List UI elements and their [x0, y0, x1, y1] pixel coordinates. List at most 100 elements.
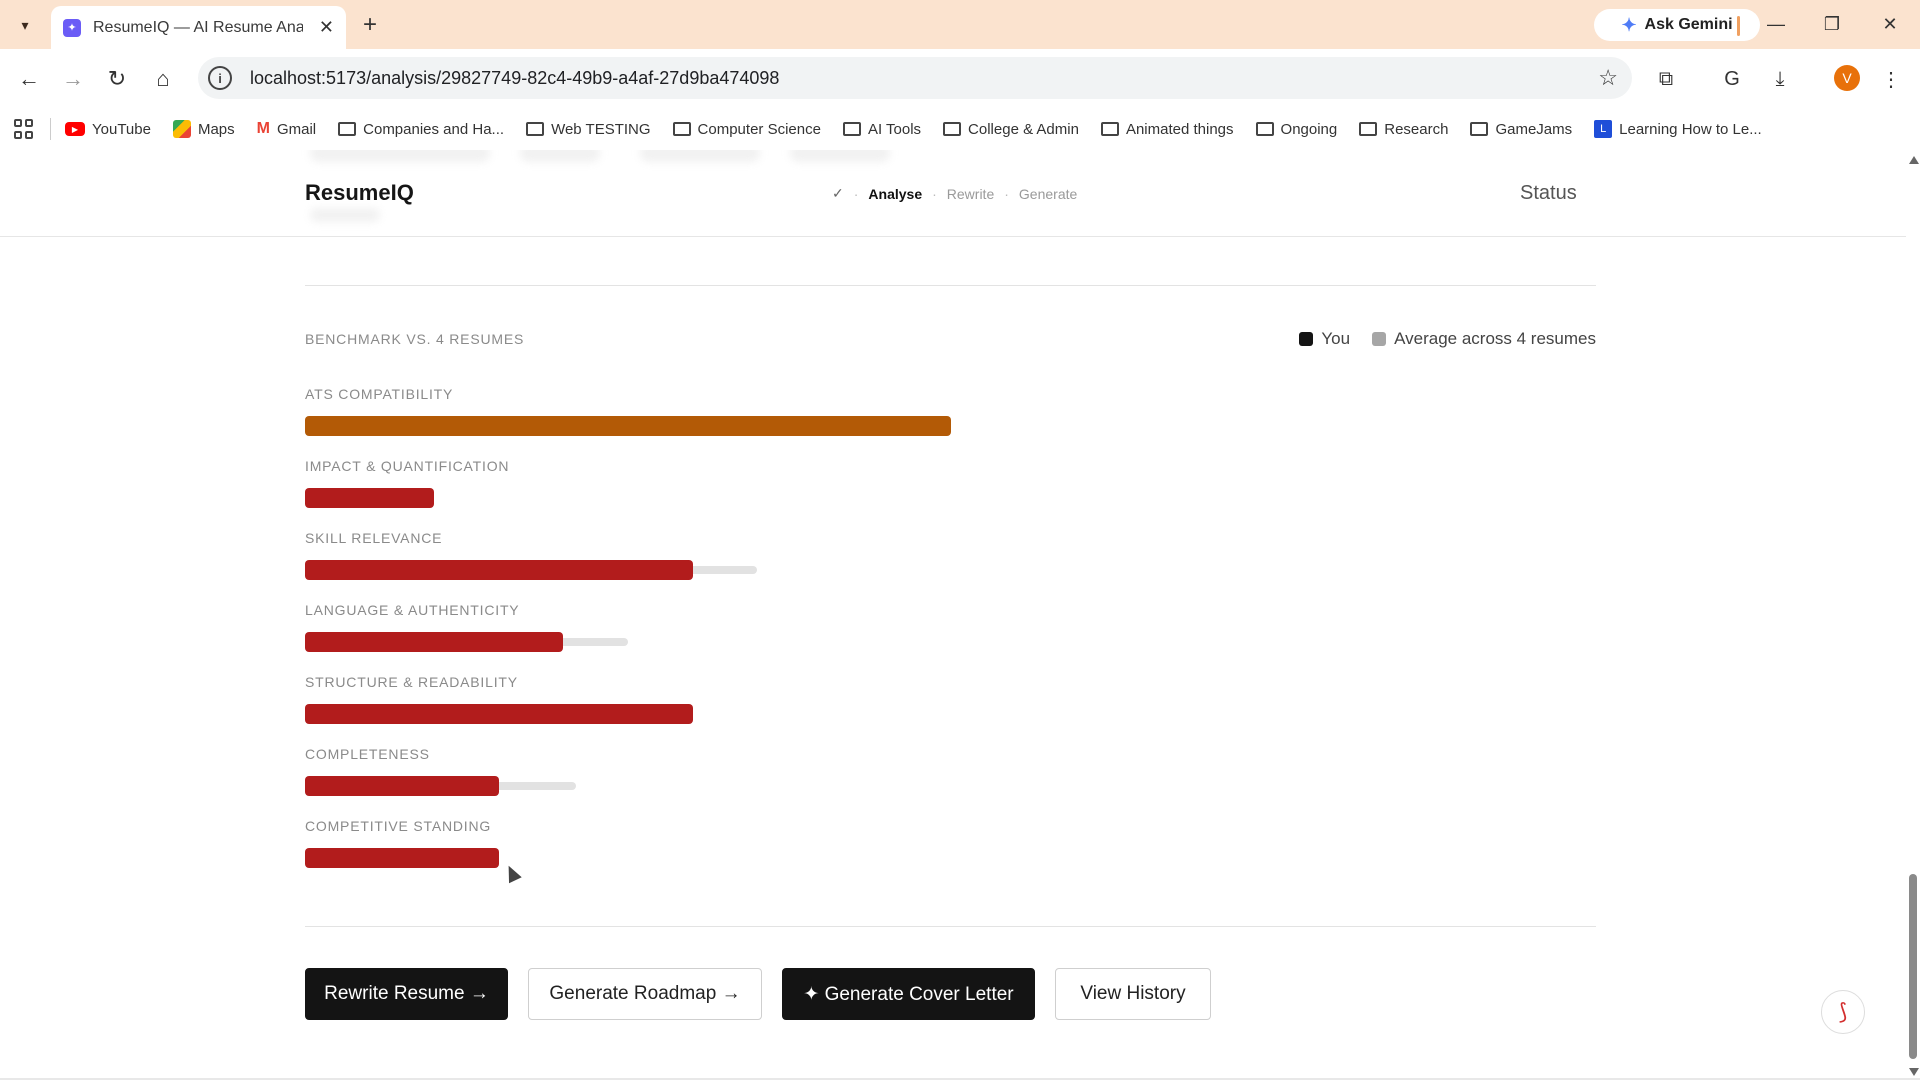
step-separator-dot: · [853, 185, 859, 202]
bookmark-label: Ongoing [1280, 120, 1338, 138]
benchmark-metric: COMPLETENESS [305, 746, 1005, 798]
view-history-button[interactable]: View History [1055, 968, 1211, 1020]
bookmark-item[interactable]: Web TESTING [526, 121, 651, 138]
metric-label: LANGUAGE & AUTHENTICITY [305, 602, 520, 618]
metric-label: COMPLETENESS [305, 746, 430, 762]
bookmark-label: Computer Science [697, 120, 821, 138]
tab-close-icon[interactable]: ✕ [319, 17, 334, 38]
folder-icon [1255, 122, 1274, 136]
bookmarks-bar: ▶ YouTube Maps M Gmail Companies and Ha... Web… [0, 108, 1920, 150]
extensions-icon[interactable]: ⧉ [1648, 61, 1684, 97]
metric-label: IMPACT & QUANTIFICATION [305, 458, 510, 474]
metric-you-bar [305, 560, 693, 580]
bookmark-label: Animated things [1125, 120, 1234, 138]
downloads-icon[interactable]: ⤓ [1762, 61, 1798, 97]
browser-menu-icon[interactable]: ⋮ [1873, 61, 1909, 97]
page-scrollbar[interactable] [1906, 150, 1920, 1078]
benchmark-metric: SKILL RELEVANCE [305, 530, 1005, 582]
step-indicator: ✓ · Analyse · Rewrite · Generate [832, 185, 1077, 202]
generate-cover-letter-button[interactable]: ✦ Generate Cover Letter [782, 968, 1035, 1020]
bookmark-item[interactable]: Research [1359, 121, 1448, 138]
step-separator-dot: · [1004, 185, 1009, 202]
step-rewrite[interactable]: Rewrite [947, 186, 994, 202]
bookmark-item[interactable]: L Learning How to Le... [1594, 120, 1762, 138]
generate-roadmap-button[interactable]: Generate Roadmap → [528, 968, 762, 1020]
learning-icon: L [1594, 120, 1613, 138]
bookmark-label: GameJams [1495, 120, 1573, 138]
bookmark-item[interactable]: College & Admin [943, 121, 1079, 138]
scrollbar-thumb[interactable] [1909, 874, 1917, 1059]
close-window-icon[interactable]: ✕ [1870, 8, 1910, 40]
profile-avatar[interactable]: V [1834, 65, 1860, 91]
metric-label: STRUCTURE & READABILITY [305, 674, 518, 690]
bookmark-label: Research [1384, 120, 1449, 138]
bookmark-item[interactable]: Animated things [1100, 120, 1234, 138]
youtube-icon: ▶ [65, 122, 85, 136]
bookmark-label: Companies and Ha... [363, 120, 505, 138]
url-text[interactable]: localhost:5173/analysis/29827749-82c4-49… [250, 68, 779, 89]
rewrite-resume-button[interactable]: Rewrite Resume → [305, 968, 508, 1020]
bookmark-item[interactable]: ▶ YouTube [65, 121, 151, 138]
pdf-export-icon[interactable]: ⟆ [1821, 990, 1865, 1034]
metric-bar-area [305, 632, 1005, 654]
brand-logo[interactable]: ResumeIQ [305, 180, 414, 206]
bookmark-label: College & Admin [968, 120, 1079, 138]
reload-icon[interactable]: ↻ [100, 62, 134, 96]
site-info-icon[interactable]: i [208, 66, 232, 90]
new-tab-icon[interactable]: + [355, 10, 385, 40]
bookmark-label: YouTube [92, 120, 151, 138]
action-buttons: Rewrite Resume → Generate Roadmap → ✦ Ge… [305, 968, 1211, 1020]
status-link[interactable]: Status [1520, 182, 1577, 205]
bookmark-star-icon[interactable]: ☆ [1598, 65, 1618, 91]
step-generate[interactable]: Generate [1019, 186, 1077, 202]
browser-tab-active[interactable]: ✦ ResumeIQ — AI Resume Analys ✕ [51, 6, 346, 49]
header-ghost-text [310, 150, 490, 162]
forward-icon[interactable]: → [56, 62, 90, 96]
benchmark-metric: STRUCTURE & READABILITY [305, 674, 1005, 726]
metric-bar-area [305, 704, 1005, 726]
bookmark-item[interactable]: Companies and Ha... [338, 121, 504, 138]
minimize-icon[interactable]: — [1756, 8, 1796, 40]
home-icon[interactable]: ⌂ [146, 62, 180, 96]
bookmark-item[interactable]: GameJams [1470, 121, 1572, 138]
metric-label: ATS COMPATIBILITY [305, 386, 454, 402]
step-analyse[interactable]: Analyse [868, 186, 922, 202]
legend-average-swatch [1372, 332, 1387, 346]
address-bar[interactable]: i localhost:5173/analysis/29827749-82c4-… [198, 57, 1632, 99]
legend-you-swatch [1299, 332, 1314, 346]
ask-gemini-button[interactable]: ✦ Ask Gemini [1594, 9, 1760, 41]
benchmark-metric: LANGUAGE & AUTHENTICITY [305, 602, 1005, 654]
translate-icon[interactable]: G [1714, 61, 1750, 97]
scroll-down-arrow-icon[interactable] [1909, 1068, 1919, 1076]
bookmark-item[interactable]: Maps [172, 120, 235, 138]
folder-icon [1470, 122, 1489, 136]
browser-tabstrip: ▾ ✦ ResumeIQ — AI Resume Analys ✕ + ✦ As… [0, 0, 1920, 49]
benchmark-metric: COMPETITIVE STANDING [305, 818, 1005, 870]
benchmark-legend: You Average across 4 resumes [1287, 329, 1596, 349]
back-icon[interactable]: ← [12, 62, 46, 96]
browser-toolbar: ← → ↻ ⌂ i localhost:5173/analysis/298277… [0, 49, 1920, 108]
folder-icon [1359, 122, 1378, 136]
tab-search-chevron-icon[interactable]: ▾ [10, 10, 40, 40]
metric-you-bar [305, 416, 951, 436]
tab-title: ResumeIQ — AI Resume Analys [93, 18, 303, 36]
bookmark-item[interactable]: Computer Science [672, 120, 821, 138]
benchmark-metric: ATS COMPATIBILITY [305, 386, 1005, 438]
folder-icon [1100, 122, 1119, 136]
bookmark-item[interactable]: M Gmail [257, 120, 317, 138]
scroll-up-arrow-icon[interactable] [1909, 156, 1919, 164]
bookmark-label: Gmail [276, 120, 317, 138]
legend-average-label: Average across 4 resumes [1394, 329, 1596, 348]
section-divider-bottom [305, 926, 1596, 927]
legend-you: You [1299, 329, 1350, 349]
legend-average: Average across 4 resumes [1372, 329, 1596, 349]
legend-you-label: You [1321, 329, 1351, 348]
restore-icon[interactable]: ❐ [1812, 8, 1852, 40]
gemini-sparkle-icon: ✦ [1621, 14, 1637, 35]
bookmark-item[interactable]: Ongoing [1255, 120, 1338, 138]
bookmark-item[interactable]: AI Tools [842, 121, 921, 138]
folder-icon [943, 122, 962, 136]
benchmark-metric: IMPACT & QUANTIFICATION [305, 458, 1005, 510]
folder-icon [526, 122, 545, 136]
apps-grid-icon[interactable] [14, 119, 34, 139]
